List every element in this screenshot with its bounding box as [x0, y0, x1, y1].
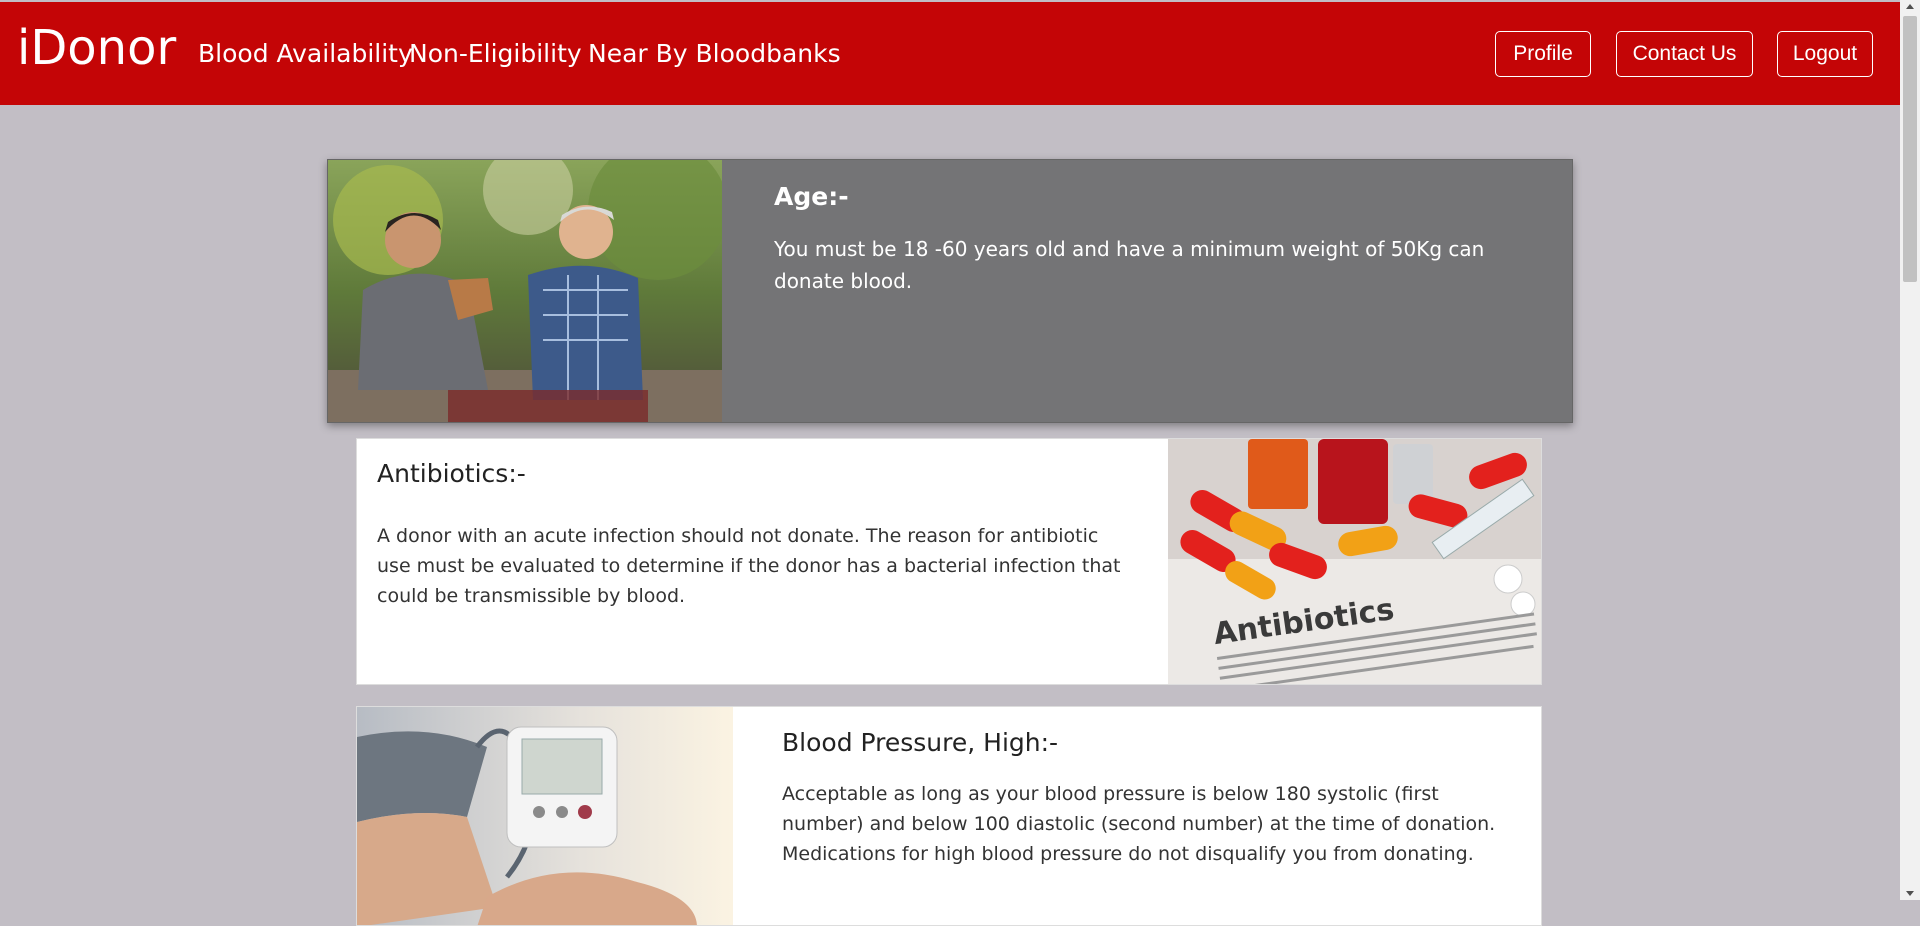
scroll-up-arrow-icon[interactable]	[1906, 4, 1914, 9]
age-title: Age:-	[774, 182, 849, 211]
antibiotics-card: Antibiotics:- A donor with an acute infe…	[356, 438, 1542, 685]
nav-link-non-eligibility[interactable]: Non-Eligibility	[409, 36, 582, 72]
blood-pressure-title: Blood Pressure, High:-	[782, 728, 1059, 757]
father-son-photo	[328, 160, 722, 422]
age-text: You must be 18 -60 years old and have a …	[774, 237, 1485, 293]
vertical-scrollbar[interactable]	[1900, 0, 1920, 900]
antibiotics-text: A donor with an acute infection should n…	[377, 525, 1121, 607]
nav-link-near-by-bloodbanks[interactable]: Near By Bloodbanks	[588, 36, 841, 72]
top-navbar: iDonor Blood Availability Non-Eligibilit…	[0, 2, 1900, 105]
scrollbar-thumb[interactable]	[1903, 16, 1917, 282]
blood-pressure-card: Blood Pressure, High:- Acceptable as lon…	[356, 706, 1542, 926]
blood-pressure-monitor-photo	[357, 707, 733, 925]
brand-logo[interactable]: iDonor	[17, 18, 176, 78]
contact-us-button[interactable]: Contact Us	[1616, 31, 1753, 77]
blood-pressure-text: Acceptable as long as your blood pressur…	[782, 783, 1496, 865]
nav-link-blood-availability[interactable]: Blood Availability	[198, 36, 413, 72]
antibiotics-title: Antibiotics:-	[377, 459, 526, 488]
logout-button[interactable]: Logout	[1777, 31, 1873, 77]
age-card: Age:- You must be 18 -60 years old and h…	[327, 159, 1573, 423]
antibiotics-pills-photo: Antibiotics	[1168, 439, 1541, 684]
profile-button[interactable]: Profile	[1495, 31, 1591, 77]
scroll-down-arrow-icon[interactable]	[1906, 891, 1914, 896]
